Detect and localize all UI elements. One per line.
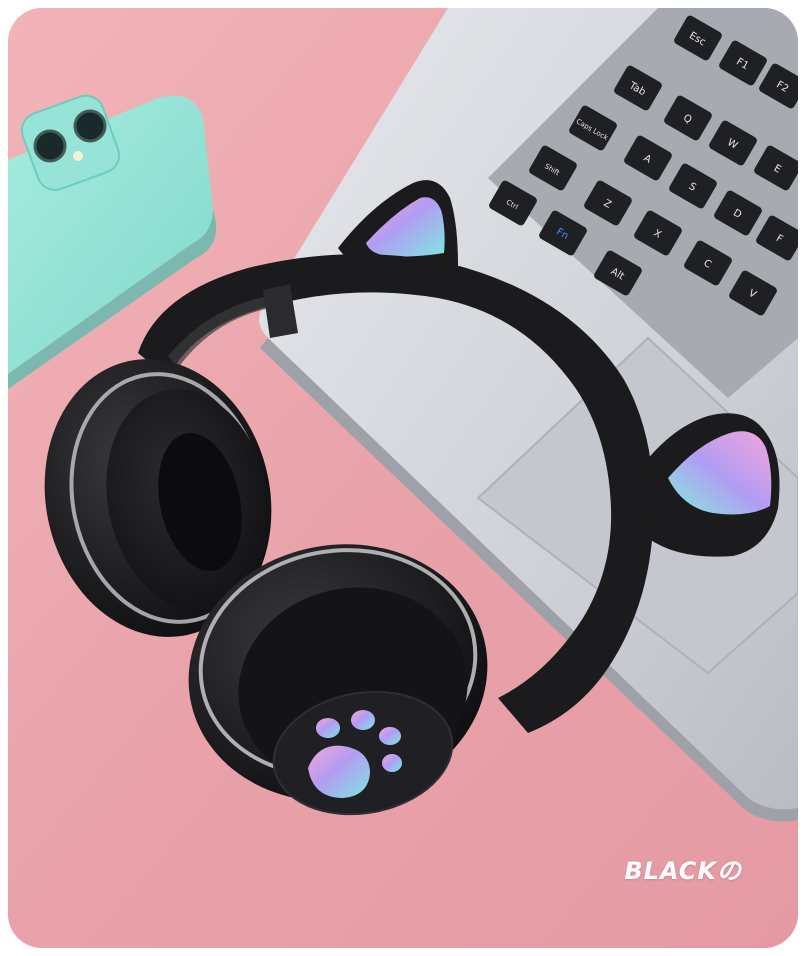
product-photo: EscF1F2TabQWECaps LockASDFShiftZXCVCtrlF… [8,8,798,948]
camera-lens-icon [33,129,67,163]
camera-lens-icon [73,109,107,143]
product-image-card: Esc F1 F2 Tab Q W E Caps Lock A S D F Shift Z X C V Ctrl F… [8,8,798,948]
color-label: BLACKの [624,857,742,885]
